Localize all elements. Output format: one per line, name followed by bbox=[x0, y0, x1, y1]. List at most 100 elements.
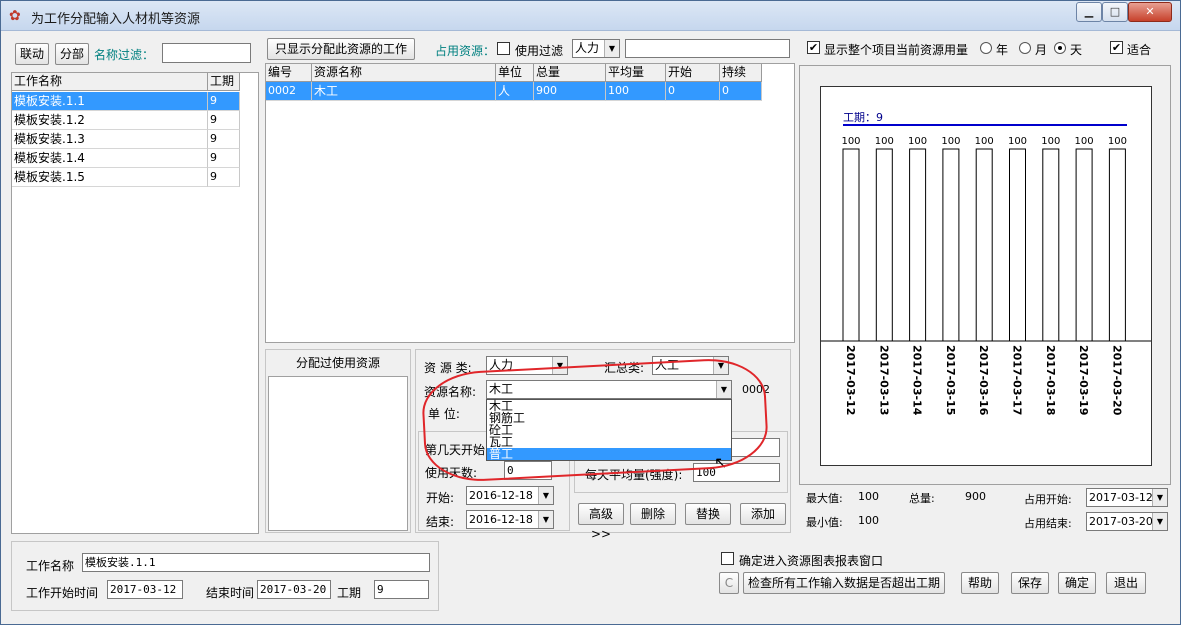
chevron-down-icon: ▼ bbox=[604, 40, 619, 57]
chevron-down-icon: ▼ bbox=[1152, 489, 1167, 506]
resource-type-select[interactable]: 人力 ▼ bbox=[486, 356, 568, 375]
work-name-cell: 模板安装.1.1 bbox=[12, 92, 208, 111]
exit-button[interactable]: 退出 bbox=[1106, 572, 1146, 594]
assigned-resources-box: 分配过使用资源 bbox=[265, 349, 411, 533]
name-filter-input[interactable] bbox=[162, 43, 251, 63]
help-button[interactable]: 帮助 bbox=[961, 572, 999, 594]
only-show-assigned-button[interactable]: 只显示分配此资源的工作 bbox=[267, 38, 415, 60]
save-button[interactable]: 保存 bbox=[1011, 572, 1049, 594]
col-average[interactable]: 平均量 bbox=[606, 64, 666, 82]
resource-filter-input[interactable] bbox=[625, 39, 790, 58]
duration-annotation-label: 工期：9 bbox=[843, 111, 883, 124]
use-filter-checkbox[interactable] bbox=[497, 42, 510, 55]
occupy-end-label: 占用结束: bbox=[1024, 517, 1072, 530]
link-button[interactable]: 联动 bbox=[15, 43, 49, 65]
dropdown-option[interactable]: 瓦工 bbox=[487, 436, 731, 448]
chart-data-label: 100 bbox=[1008, 136, 1027, 147]
duration-input[interactable]: 9 bbox=[374, 580, 429, 599]
work-duration-cell: 9 bbox=[208, 111, 240, 130]
dropdown-option[interactable]: 砼工 bbox=[487, 424, 731, 436]
col-total[interactable]: 总量 bbox=[534, 64, 606, 82]
minimize-button[interactable]: ▁ bbox=[1076, 2, 1102, 22]
resource-cell-start: 0 bbox=[666, 82, 720, 101]
replace-button[interactable]: 替换 bbox=[685, 503, 731, 525]
resource-type-label: 资 源 类: bbox=[424, 361, 472, 375]
work-name-input[interactable]: 模板安装.1.1 bbox=[82, 553, 430, 572]
end-time-input[interactable]: 2017-03-20 bbox=[257, 580, 331, 599]
total-value: 900 bbox=[965, 490, 986, 503]
resource-cell-name: 木工 bbox=[312, 82, 496, 101]
title-bar: ✿ 为工作分配输入人材机等资源 ▁ □ ✕ bbox=[1, 1, 1180, 31]
dropdown-option[interactable]: 钢筋工 bbox=[487, 412, 731, 424]
enter-chart-checkbox[interactable] bbox=[721, 552, 734, 565]
resource-name-dropdown[interactable]: 木工 钢筋工 砼工 瓦工 普工 bbox=[486, 399, 732, 461]
end-date-value: 2016-12-18 bbox=[469, 513, 533, 526]
chart-tick-label: 2017-03-17 bbox=[1011, 345, 1024, 415]
daily-avg-label: 每天平均量(强度): bbox=[585, 468, 683, 482]
chart-data-label: 100 bbox=[975, 136, 994, 147]
col-duration[interactable]: 持续 bbox=[720, 64, 762, 82]
chart-bar bbox=[842, 148, 860, 342]
assigned-resources-title: 分配过使用资源 bbox=[296, 356, 381, 370]
occupy-end-picker[interactable]: 2017-03-20 ▼ bbox=[1086, 512, 1168, 531]
daily-avg-input[interactable]: 100 bbox=[693, 463, 780, 482]
chart-data-label: 100 bbox=[908, 136, 927, 147]
col-id[interactable]: 编号 bbox=[266, 64, 312, 82]
resource-name-select[interactable]: 木工 ▼ bbox=[486, 380, 732, 399]
chart-tick-label: 2017-03-20 bbox=[1110, 345, 1123, 416]
col-unit[interactable]: 单位 bbox=[496, 64, 534, 82]
show-all-project-checkbox[interactable]: ✔ bbox=[807, 41, 820, 54]
start-day-label: 第几天开始 bbox=[425, 443, 486, 457]
split-button[interactable]: 分部 bbox=[55, 43, 89, 65]
resource-cell-unit: 人 bbox=[496, 82, 534, 101]
col-duration[interactable]: 工期 bbox=[208, 73, 240, 91]
use-days-label: 使用天数: bbox=[425, 466, 478, 480]
col-resource-name[interactable]: 资源名称 bbox=[312, 64, 496, 82]
max-value: 100 bbox=[858, 490, 879, 503]
fit-checkbox[interactable]: ✔ bbox=[1110, 41, 1123, 54]
check-duration-button[interactable]: 检查所有工作输入数据是否超出工期 bbox=[743, 572, 945, 594]
add-button[interactable]: 添加 bbox=[740, 503, 786, 525]
resource-type-filter-select[interactable]: 人力 ▼ bbox=[572, 39, 620, 58]
name-filter-label: 名称过滤： bbox=[94, 48, 155, 62]
min-value: 100 bbox=[858, 514, 879, 527]
work-name-cell: 模板安装.1.5 bbox=[12, 168, 208, 187]
close-button[interactable]: ✕ bbox=[1128, 2, 1172, 22]
work-duration-cell: 9 bbox=[208, 92, 240, 111]
dropdown-option[interactable]: 普工 bbox=[487, 448, 731, 460]
resource-name-label: 资源名称: bbox=[424, 385, 477, 399]
occupy-start-picker[interactable]: 2017-03-12 ▼ bbox=[1086, 488, 1168, 507]
max-label: 最大值: bbox=[806, 492, 843, 505]
work-name-cell: 模板安装.1.4 bbox=[12, 149, 208, 168]
delete-button[interactable]: 删除 bbox=[630, 503, 676, 525]
occupy-start-label: 占用开始: bbox=[1024, 493, 1072, 506]
chart-bar bbox=[875, 148, 893, 342]
resource-cell-avg: 100 bbox=[606, 82, 666, 101]
chart-data-label: 100 bbox=[1108, 136, 1127, 147]
day-radio[interactable] bbox=[1054, 42, 1066, 54]
month-radio[interactable] bbox=[1019, 42, 1031, 54]
occupied-resource-label: 占用资源： bbox=[435, 44, 496, 58]
use-days-input[interactable]: 0 bbox=[504, 461, 552, 480]
ok-button[interactable]: 确定 bbox=[1058, 572, 1096, 594]
advanced-button[interactable]: 高级>> bbox=[578, 503, 624, 541]
col-start[interactable]: 开始 bbox=[666, 64, 720, 82]
start-date-picker[interactable]: 2016-12-18 ▼ bbox=[466, 486, 554, 505]
c-button[interactable]: C bbox=[719, 572, 739, 594]
chevron-down-icon: ▼ bbox=[1152, 513, 1167, 530]
resource-grid: 编号 资源名称 单位 总量 平均量 开始 持续 0002 木工人 900 100 0 0 bbox=[265, 63, 795, 343]
col-work-name[interactable]: 工作名称 bbox=[12, 73, 208, 91]
enter-chart-label: 确定进入资源图表报表窗口 bbox=[739, 554, 884, 568]
unit-label: 单 位: bbox=[428, 407, 460, 421]
chart-data-label: 100 bbox=[841, 136, 860, 147]
assigned-resources-list[interactable] bbox=[268, 376, 408, 531]
start-time-input[interactable]: 2017-03-12 bbox=[107, 580, 183, 599]
maximize-button[interactable]: □ bbox=[1102, 2, 1128, 22]
occupy-end-value: 2017-03-20 bbox=[1089, 515, 1153, 528]
chart-tick-label: 2017-03-16 bbox=[977, 345, 990, 416]
chart-bar bbox=[942, 148, 960, 342]
year-radio[interactable] bbox=[980, 42, 992, 54]
summary-type-value: 人工 bbox=[655, 358, 680, 372]
end-date-picker[interactable]: 2016-12-18 ▼ bbox=[466, 510, 554, 529]
summary-type-select[interactable]: 人工 ▼ bbox=[652, 356, 729, 375]
